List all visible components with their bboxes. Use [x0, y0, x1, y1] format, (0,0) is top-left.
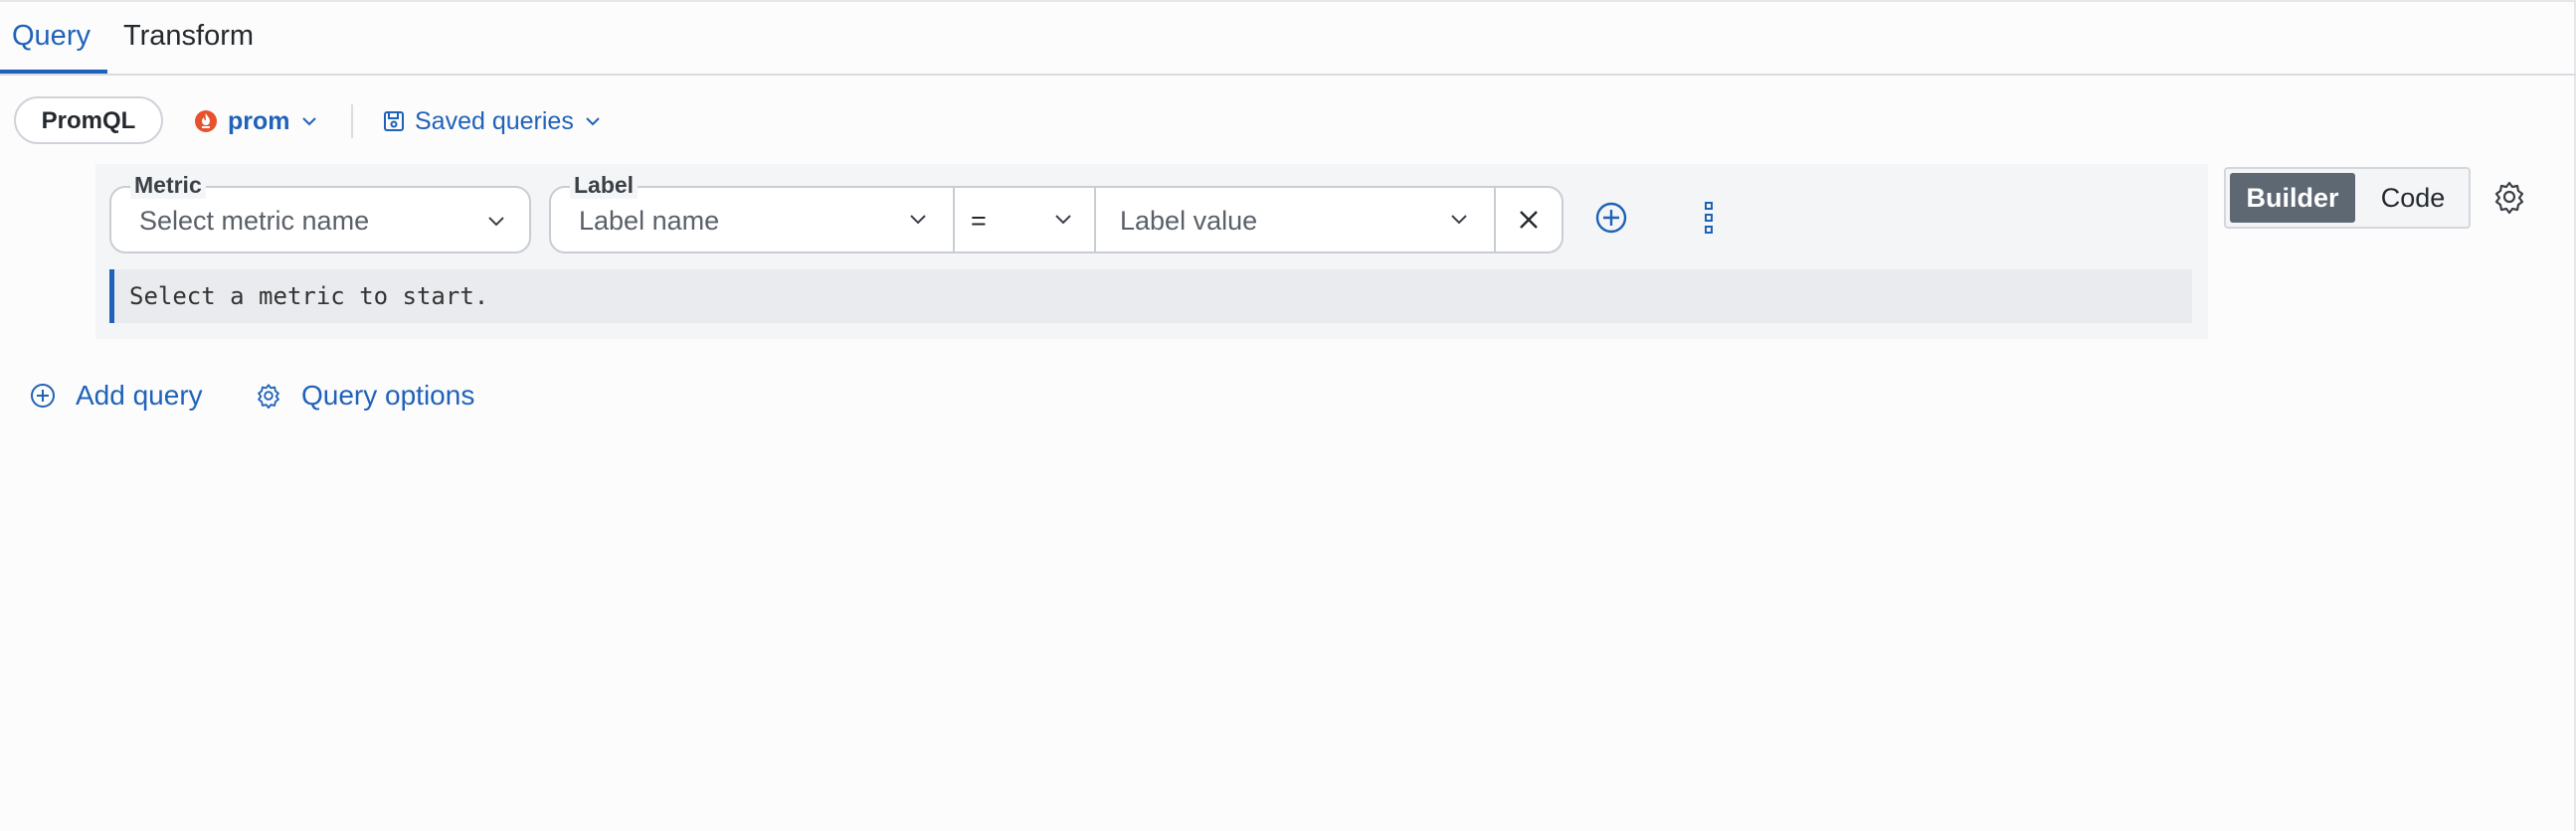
chevron-down-icon: [301, 117, 316, 126]
query-toolbar: PromQL prom Saved queries: [0, 94, 2576, 148]
query-builder: Select metric name Metric Label name = L…: [95, 164, 2208, 339]
query-options-label: Query options: [301, 380, 475, 411]
toolbar-divider: [351, 104, 353, 138]
saved-queries-label: Saved queries: [415, 106, 574, 135]
add-label-plus-icon[interactable]: [1593, 200, 1629, 236]
saved-queries-dropdown[interactable]: Saved queries: [383, 104, 602, 138]
add-query-button[interactable]: Add query: [30, 378, 203, 414]
operator-select[interactable]: =: [955, 188, 1094, 251]
label-filter: Label name = Label value: [549, 186, 1564, 253]
metric-placeholder: Select metric name: [139, 206, 370, 236]
tab-transform[interactable]: Transform: [123, 20, 254, 53]
prometheus-flame-icon: [195, 110, 217, 132]
code-mode-button[interactable]: Code: [2361, 173, 2465, 223]
tab-query[interactable]: Query: [12, 20, 91, 53]
chevron-down-icon: [586, 117, 600, 126]
operator-value: =: [971, 206, 987, 236]
metric-legend: Metric: [130, 172, 206, 199]
chevron-down-icon: [910, 215, 926, 225]
chevron-down-icon: [488, 217, 504, 227]
promql-button[interactable]: PromQL: [14, 96, 163, 144]
editor-mode-toggle: Builder Code: [2224, 167, 2471, 229]
chevron-down-icon: [1055, 215, 1071, 225]
active-tab-indicator: [0, 70, 107, 74]
save-icon: [384, 111, 404, 131]
builder-mode-button[interactable]: Builder: [2230, 173, 2355, 223]
datasource-picker[interactable]: prom: [194, 104, 318, 138]
label-legend: Label: [570, 172, 639, 199]
tab-bar: Query Transform: [0, 0, 2576, 76]
plus-circle-icon: [31, 384, 55, 408]
query-options-button[interactable]: Query options: [256, 378, 474, 414]
gear-icon[interactable]: [2492, 180, 2526, 214]
chevron-down-icon: [1451, 215, 1467, 225]
add-query-label: Add query: [76, 380, 203, 411]
close-icon: [1520, 211, 1538, 229]
label-value-select[interactable]: Label value: [1096, 188, 1494, 251]
query-hint: Select a metric to start.: [109, 269, 2192, 323]
remove-label-button[interactable]: [1496, 188, 1562, 251]
label-value-placeholder: Label value: [1120, 206, 1258, 236]
gear-icon: [258, 384, 279, 409]
more-options-icon[interactable]: [1691, 200, 1727, 236]
datasource-name: prom: [228, 106, 290, 135]
label-name-placeholder: Label name: [579, 206, 720, 236]
